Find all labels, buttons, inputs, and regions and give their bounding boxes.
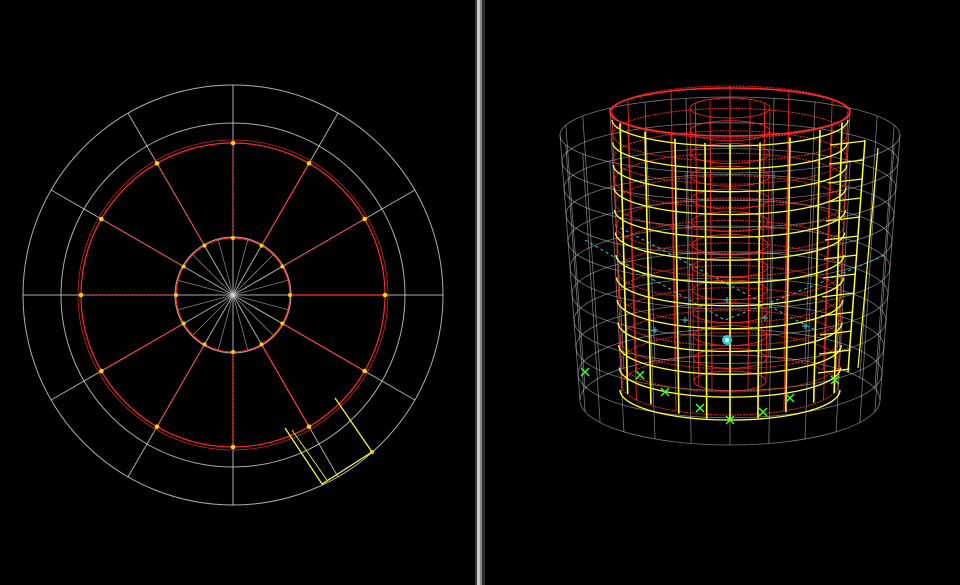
plan-viewport[interactable] xyxy=(0,0,475,585)
3d-view-canvas[interactable] xyxy=(485,0,960,585)
grid-line xyxy=(232,294,249,352)
viewport-splitter[interactable] xyxy=(475,0,485,585)
axis-node xyxy=(652,327,658,333)
ladder-rail xyxy=(857,147,879,369)
facade-column xyxy=(757,142,761,419)
joint-marker xyxy=(99,216,104,222)
joint-marker xyxy=(306,161,312,166)
joint-marker xyxy=(181,321,186,326)
joint-marker xyxy=(174,293,178,297)
joint-marker xyxy=(99,368,104,374)
column xyxy=(823,98,833,371)
grid-line xyxy=(217,294,234,352)
joint-marker xyxy=(154,424,160,429)
axis-node xyxy=(682,317,688,323)
origin-marker xyxy=(725,338,729,342)
joint-marker xyxy=(230,444,236,450)
joint-marker xyxy=(230,140,236,146)
joint-marker xyxy=(259,342,264,347)
joint-marker xyxy=(202,243,207,248)
joint-marker xyxy=(382,292,388,298)
joint-marker xyxy=(362,368,367,374)
support-marker xyxy=(635,370,645,380)
support-marker xyxy=(785,393,795,403)
plan-view-canvas[interactable] xyxy=(0,0,475,585)
grid-line xyxy=(232,294,290,311)
joint-marker xyxy=(78,292,84,298)
section-cut xyxy=(284,397,373,485)
grid-line xyxy=(176,279,234,296)
joint-marker xyxy=(370,450,374,454)
joint-marker xyxy=(231,236,235,240)
column xyxy=(627,98,637,371)
joint-marker xyxy=(231,350,235,354)
3d-viewport[interactable] xyxy=(485,0,960,585)
ladder-rung xyxy=(823,254,858,260)
grid-line xyxy=(232,238,249,296)
joint-marker xyxy=(362,216,367,222)
support-marker xyxy=(695,403,705,413)
joint-marker xyxy=(288,293,292,297)
joint-marker xyxy=(202,342,207,347)
grid-line xyxy=(217,238,234,296)
grid-line xyxy=(232,279,290,296)
axis-node xyxy=(724,297,730,303)
support-marker xyxy=(758,407,768,417)
joint-marker xyxy=(154,161,160,166)
joint-marker xyxy=(259,243,264,248)
joint-marker xyxy=(280,321,285,326)
joint-marker xyxy=(280,264,285,269)
joint-marker xyxy=(181,264,186,269)
joint-marker xyxy=(306,424,312,429)
grid-line xyxy=(176,294,234,311)
